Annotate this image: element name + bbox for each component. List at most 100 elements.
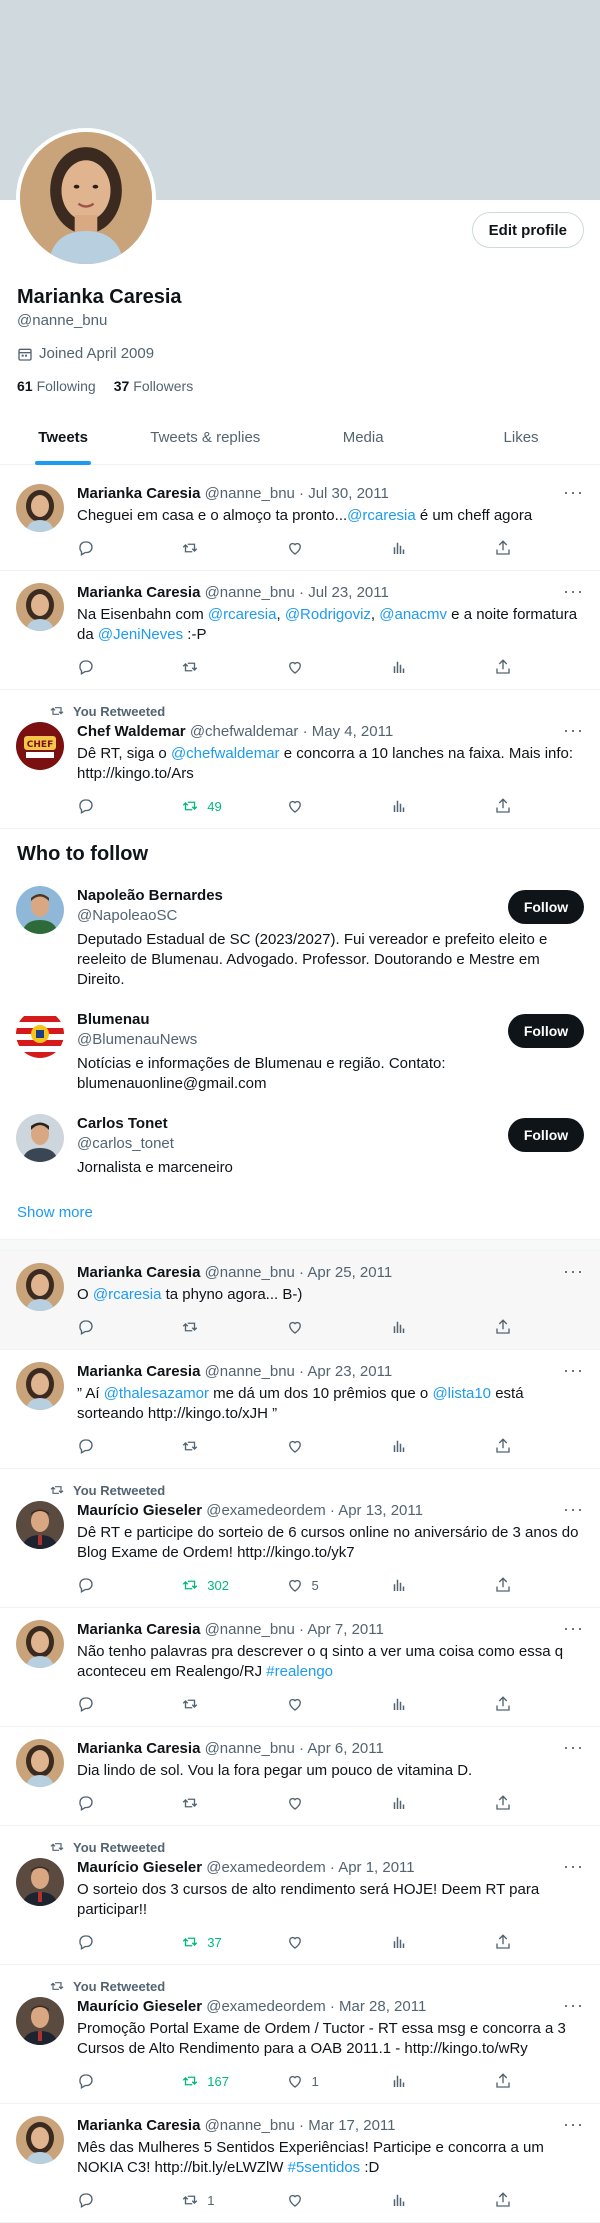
tweet[interactable]: You Retweeted ··· Maurício Gieseler @exame…: [0, 1826, 600, 1965]
tweet-avatar[interactable]: [16, 1263, 64, 1311]
share-button[interactable]: [494, 1695, 514, 1713]
share-button[interactable]: [494, 539, 514, 557]
retweet-button[interactable]: 49: [181, 797, 251, 815]
tweet-author-name[interactable]: Maurício Gieseler: [77, 1859, 202, 1876]
retweet-button[interactable]: 1: [181, 2191, 251, 2209]
suggestion-avatar[interactable]: [16, 1010, 64, 1058]
views-button[interactable]: [390, 1576, 460, 1594]
views-button[interactable]: [390, 658, 460, 676]
tweet-avatar[interactable]: [16, 1858, 64, 1906]
reply-button[interactable]: [77, 1695, 147, 1713]
tweet-avatar[interactable]: [16, 1362, 64, 1410]
tweet-author-name[interactable]: Marianka Caresia: [77, 584, 200, 601]
tweet[interactable]: You Retweeted ··· Maurício Gieseler @exame…: [0, 1965, 600, 2104]
reply-button[interactable]: [77, 1794, 147, 1812]
tweet-author-name[interactable]: Marianka Caresia: [77, 1264, 200, 1281]
tweet[interactable]: ··· Marianka Caresia @nanne_bnu · Apr 6, …: [0, 1727, 600, 1826]
tab-tweets-replies[interactable]: Tweets & replies: [126, 410, 284, 464]
reply-button[interactable]: [77, 539, 147, 557]
more-options-icon[interactable]: ···: [563, 1995, 584, 2016]
tweet[interactable]: ··· Marianka Caresia @nanne_bnu · Jul 30,…: [0, 472, 600, 571]
show-more-link[interactable]: Show more: [0, 1186, 600, 1239]
views-button[interactable]: [390, 2191, 460, 2209]
more-options-icon[interactable]: ···: [563, 1618, 584, 1639]
share-button[interactable]: [494, 2191, 514, 2209]
tweet-author-name[interactable]: Maurício Gieseler: [77, 1998, 202, 2015]
suggestion-avatar[interactable]: [16, 1114, 64, 1162]
share-button[interactable]: [494, 797, 514, 815]
retweet-button[interactable]: [181, 1695, 251, 1713]
tweet-avatar[interactable]: [16, 1620, 64, 1668]
tweet[interactable]: ··· Marianka Caresia @nanne_bnu · Apr 7, …: [0, 1608, 600, 1727]
more-options-icon[interactable]: ···: [563, 1737, 584, 1758]
tweet[interactable]: ··· Marianka Caresia @nanne_bnu · Apr 23,…: [0, 1350, 600, 1469]
tweet-link[interactable]: @rcaresia: [93, 1286, 162, 1303]
like-button[interactable]: [286, 539, 356, 557]
views-button[interactable]: [390, 539, 460, 557]
like-button[interactable]: [286, 1695, 356, 1713]
tweet-link[interactable]: @thalesazamor: [104, 1385, 209, 1402]
follow-button[interactable]: Follow: [508, 1118, 584, 1152]
tweet-avatar[interactable]: [16, 1997, 64, 2045]
tweet-link[interactable]: @rcaresia: [208, 606, 277, 623]
tweet-avatar[interactable]: [16, 1739, 64, 1787]
reply-button[interactable]: [77, 1437, 147, 1455]
retweet-button[interactable]: 37: [181, 1933, 251, 1951]
tweet-link[interactable]: @rcaresia: [347, 507, 416, 524]
tweet-link[interactable]: #realengo: [266, 1663, 333, 1680]
tweet-author-name[interactable]: Marianka Caresia: [77, 1363, 200, 1380]
tweet-link[interactable]: @chefwaldemar: [171, 745, 280, 762]
share-button[interactable]: [494, 1576, 514, 1594]
follow-suggestion[interactable]: Follow Blumenau @BlumenauNews Notícias e in…: [0, 998, 600, 1102]
views-button[interactable]: [390, 1437, 460, 1455]
share-button[interactable]: [494, 1933, 514, 1951]
reply-button[interactable]: [77, 2072, 147, 2090]
like-button[interactable]: [286, 797, 356, 815]
following-link[interactable]: 61 Following: [17, 378, 96, 394]
tweet[interactable]: ··· Marianka Caresia @nanne_bnu · Jul 23,…: [0, 571, 600, 690]
share-button[interactable]: [494, 1318, 514, 1336]
more-options-icon[interactable]: ···: [563, 1261, 584, 1282]
like-button[interactable]: 1: [286, 2072, 356, 2090]
views-button[interactable]: [390, 1318, 460, 1336]
retweet-button[interactable]: [181, 539, 251, 557]
retweet-button[interactable]: [181, 1318, 251, 1336]
like-button[interactable]: [286, 1933, 356, 1951]
tweet[interactable]: ··· Marianka Caresia @nanne_bnu · Mar 17,…: [0, 2104, 600, 2223]
like-button[interactable]: [286, 1318, 356, 1336]
tweet-link[interactable]: @lista10: [432, 1385, 491, 1402]
tweet-link[interactable]: #5sentidos: [288, 2159, 361, 2176]
tweet[interactable]: You Retweeted CHEF ··· Chef Waldemar @chefw…: [0, 690, 600, 829]
share-button[interactable]: [494, 1794, 514, 1812]
profile-avatar[interactable]: [16, 128, 156, 268]
more-options-icon[interactable]: ···: [563, 482, 584, 503]
tweet-author-name[interactable]: Marianka Caresia: [77, 485, 200, 502]
reply-button[interactable]: [77, 658, 147, 676]
tweet-author-name[interactable]: Marianka Caresia: [77, 2117, 200, 2134]
tweet-link[interactable]: @anacmv: [379, 606, 447, 623]
tweet-avatar[interactable]: CHEF: [16, 722, 64, 770]
tweet-link[interactable]: @JeniNeves: [98, 626, 183, 643]
more-options-icon[interactable]: ···: [563, 1856, 584, 1877]
share-button[interactable]: [494, 658, 514, 676]
follow-button[interactable]: Follow: [508, 1014, 584, 1048]
tab-media[interactable]: Media: [284, 410, 442, 464]
views-button[interactable]: [390, 1794, 460, 1812]
tweet-avatar[interactable]: [16, 583, 64, 631]
share-button[interactable]: [494, 2072, 514, 2090]
tab-likes[interactable]: Likes: [442, 410, 600, 464]
tweet-avatar[interactable]: [16, 484, 64, 532]
views-button[interactable]: [390, 797, 460, 815]
follow-button[interactable]: Follow: [508, 890, 584, 924]
tweet-avatar[interactable]: [16, 1501, 64, 1549]
views-button[interactable]: [390, 1933, 460, 1951]
reply-button[interactable]: [77, 1933, 147, 1951]
more-options-icon[interactable]: ···: [563, 1360, 584, 1381]
tweet[interactable]: ··· Marianka Caresia @nanne_bnu · Apr 25,…: [0, 1251, 600, 1350]
tweet[interactable]: You Retweeted ··· Maurício Gieseler @exame…: [0, 1469, 600, 1608]
like-button[interactable]: [286, 1437, 356, 1455]
followers-link[interactable]: 37 Followers: [114, 378, 193, 394]
like-button[interactable]: [286, 2191, 356, 2209]
tweet-author-name[interactable]: Marianka Caresia: [77, 1740, 200, 1757]
share-button[interactable]: [494, 1437, 514, 1455]
